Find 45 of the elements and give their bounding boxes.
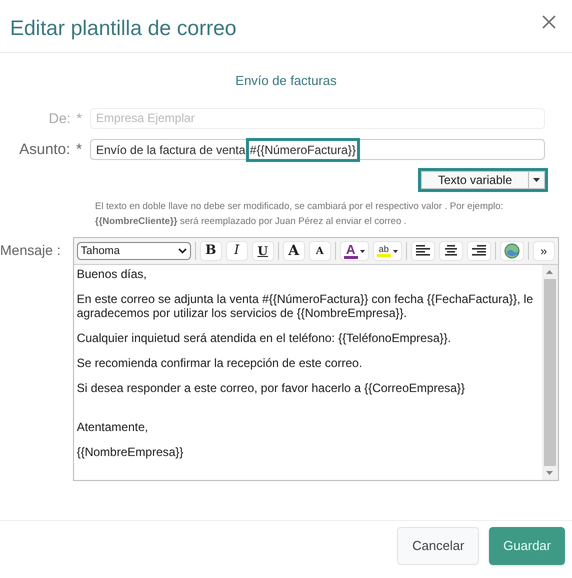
from-label: De: (48, 108, 71, 128)
variable-token: #{{NúmeroFactura}} (248, 140, 357, 159)
message-paragraph: {{NombreEmpresa}} (76, 445, 184, 459)
dialog-subtitle: Envío de facturas (235, 72, 337, 90)
caret-icon (392, 250, 398, 252)
message-paragraph: Cualquier inquietud será atendida en el teléfono: {{TeléfonoEmpresa}}. (76, 331, 452, 345)
scroll-down-icon (546, 471, 554, 475)
subject-text: Envío de la factura de venta (96, 142, 246, 159)
shrink-font-button[interactable]: A (308, 241, 331, 261)
required-mark: * (76, 140, 82, 160)
italic-button[interactable]: I (226, 241, 248, 261)
globe-icon (504, 243, 520, 259)
align-right-button[interactable] (466, 241, 491, 261)
cancel-button[interactable]: Cancelar (397, 526, 480, 564)
bold-button[interactable]: B (200, 241, 222, 261)
message-paragraph: En este correo se adjunta la venta #{{NúmeroFactura}} con fecha {{FechaFactura}}, le agradecemos por utilizar los servicios de {{NombreEmpresa}}. (76, 292, 534, 320)
message-paragraph: Se recomienda confirmar la recepción de este correo. (76, 356, 364, 370)
required-mark: * (76, 108, 82, 128)
align-left-button[interactable] (410, 241, 435, 261)
align-left-icon (414, 245, 431, 257)
help-note: El texto en doble llave no debe ser modificado, se cambiará por el respectivo valor . Por ejemplo: {{NombreCliente}} será reemplazado por Juan Pérez al enviar el correo . (95, 200, 504, 229)
close-icon[interactable] (542, 15, 556, 29)
message-paragraph: Atentamente, (76, 420, 150, 434)
insert-image-button[interactable] (500, 241, 524, 261)
message-paragraph: Buenos días, (76, 267, 148, 281)
subject-label: Asunto: (19, 140, 70, 160)
chevron-icon (178, 248, 187, 254)
underline-button[interactable]: U (252, 241, 274, 261)
align-right-icon (470, 245, 487, 257)
message-label: Mensaje : (0, 241, 61, 260)
subject-field[interactable]: Envío de la factura de venta #{{NúmeroFactura}} (90, 139, 545, 160)
scrollbar[interactable] (542, 265, 558, 480)
dialog-title: Editar plantilla de correo (10, 16, 236, 42)
variable-text-dropdown[interactable]: Texto variable (420, 171, 545, 189)
align-center-button[interactable] (438, 241, 463, 261)
font-color-button[interactable]: A (340, 241, 369, 261)
scroll-up-icon (546, 270, 554, 274)
highlight-color-button[interactable]: ab (372, 241, 402, 261)
font-select[interactable]: Tahoma (76, 242, 191, 260)
message-paragraph: Si desea responder a este correo, por favor hacerlo a {{CorreoEmpresa}} (76, 381, 466, 395)
caret-icon (360, 250, 365, 252)
grow-font-button[interactable]: A (282, 241, 305, 261)
caret-icon (533, 178, 540, 182)
more-tools-button[interactable]: » (532, 241, 555, 261)
align-center-icon (442, 245, 459, 257)
